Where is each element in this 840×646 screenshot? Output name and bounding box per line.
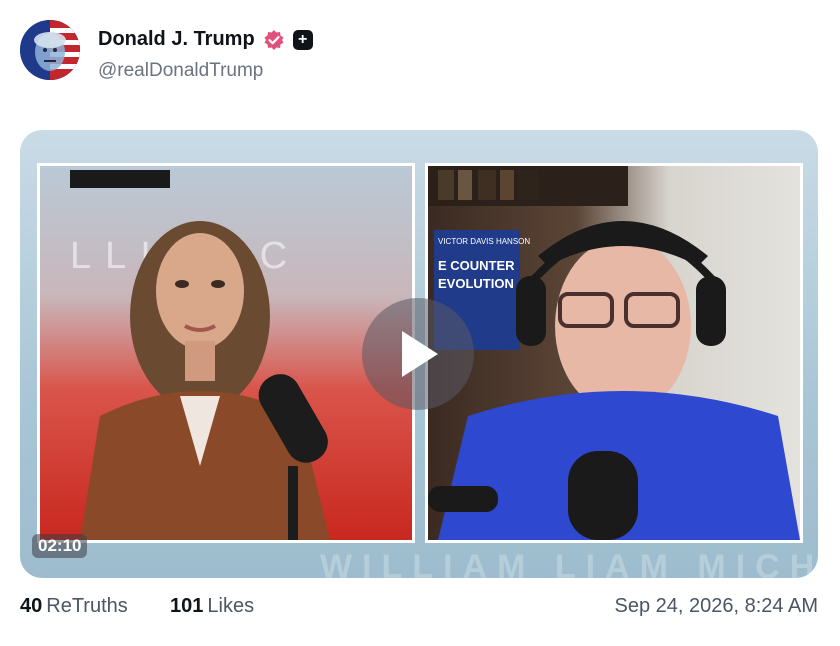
verified-badge-icon xyxy=(263,29,285,51)
retruths-count: 40 xyxy=(20,595,43,617)
video-watermark: WILLIAM LIAM MICHAE xyxy=(320,548,818,578)
likes-label: Likes xyxy=(207,595,255,617)
avatar-image xyxy=(20,20,80,80)
author-name[interactable]: Donald J. Trump xyxy=(98,28,255,51)
likes-stat[interactable]: 101 Likes xyxy=(170,595,254,618)
author-handle[interactable]: @realDonaldTrump xyxy=(98,60,263,82)
video-frame-right: VICTOR DAVIS HANSON E COUNTER EVOLUTION xyxy=(428,166,800,540)
play-button[interactable] xyxy=(362,298,474,410)
play-icon xyxy=(402,331,438,377)
plus-badge-icon: + xyxy=(292,29,313,50)
post-timestamp[interactable]: Sep 24, 2026, 8:24 AM xyxy=(615,595,819,618)
video-panel-right: VICTOR DAVIS HANSON E COUNTER EVOLUTION xyxy=(425,163,803,543)
book-author: VICTOR DAVIS HANSON xyxy=(438,237,530,246)
video-panel-left: LLI MIC xyxy=(37,163,415,543)
video-frame-left: LLI MIC xyxy=(70,170,330,540)
retruths-stat[interactable]: 40 ReTruths xyxy=(20,595,128,618)
post-header: Donald J. Trump + @realDonaldTrump xyxy=(20,20,820,82)
likes-count: 101 xyxy=(170,595,204,617)
post-footer: 40 ReTruths 101 Likes Sep 24, 2026, 8:24 A… xyxy=(20,593,820,623)
avatar[interactable] xyxy=(20,20,80,80)
book-title-line2: EVOLUTION xyxy=(438,276,514,291)
video-player[interactable]: WILLIAM LIAM MICHAE LLI MIC xyxy=(20,130,818,578)
book-title-line1: E COUNTER xyxy=(438,258,515,273)
retruths-label: ReTruths xyxy=(46,595,128,617)
video-duration: 02:10 xyxy=(32,534,88,558)
author-name-row: Donald J. Trump + xyxy=(98,28,313,51)
